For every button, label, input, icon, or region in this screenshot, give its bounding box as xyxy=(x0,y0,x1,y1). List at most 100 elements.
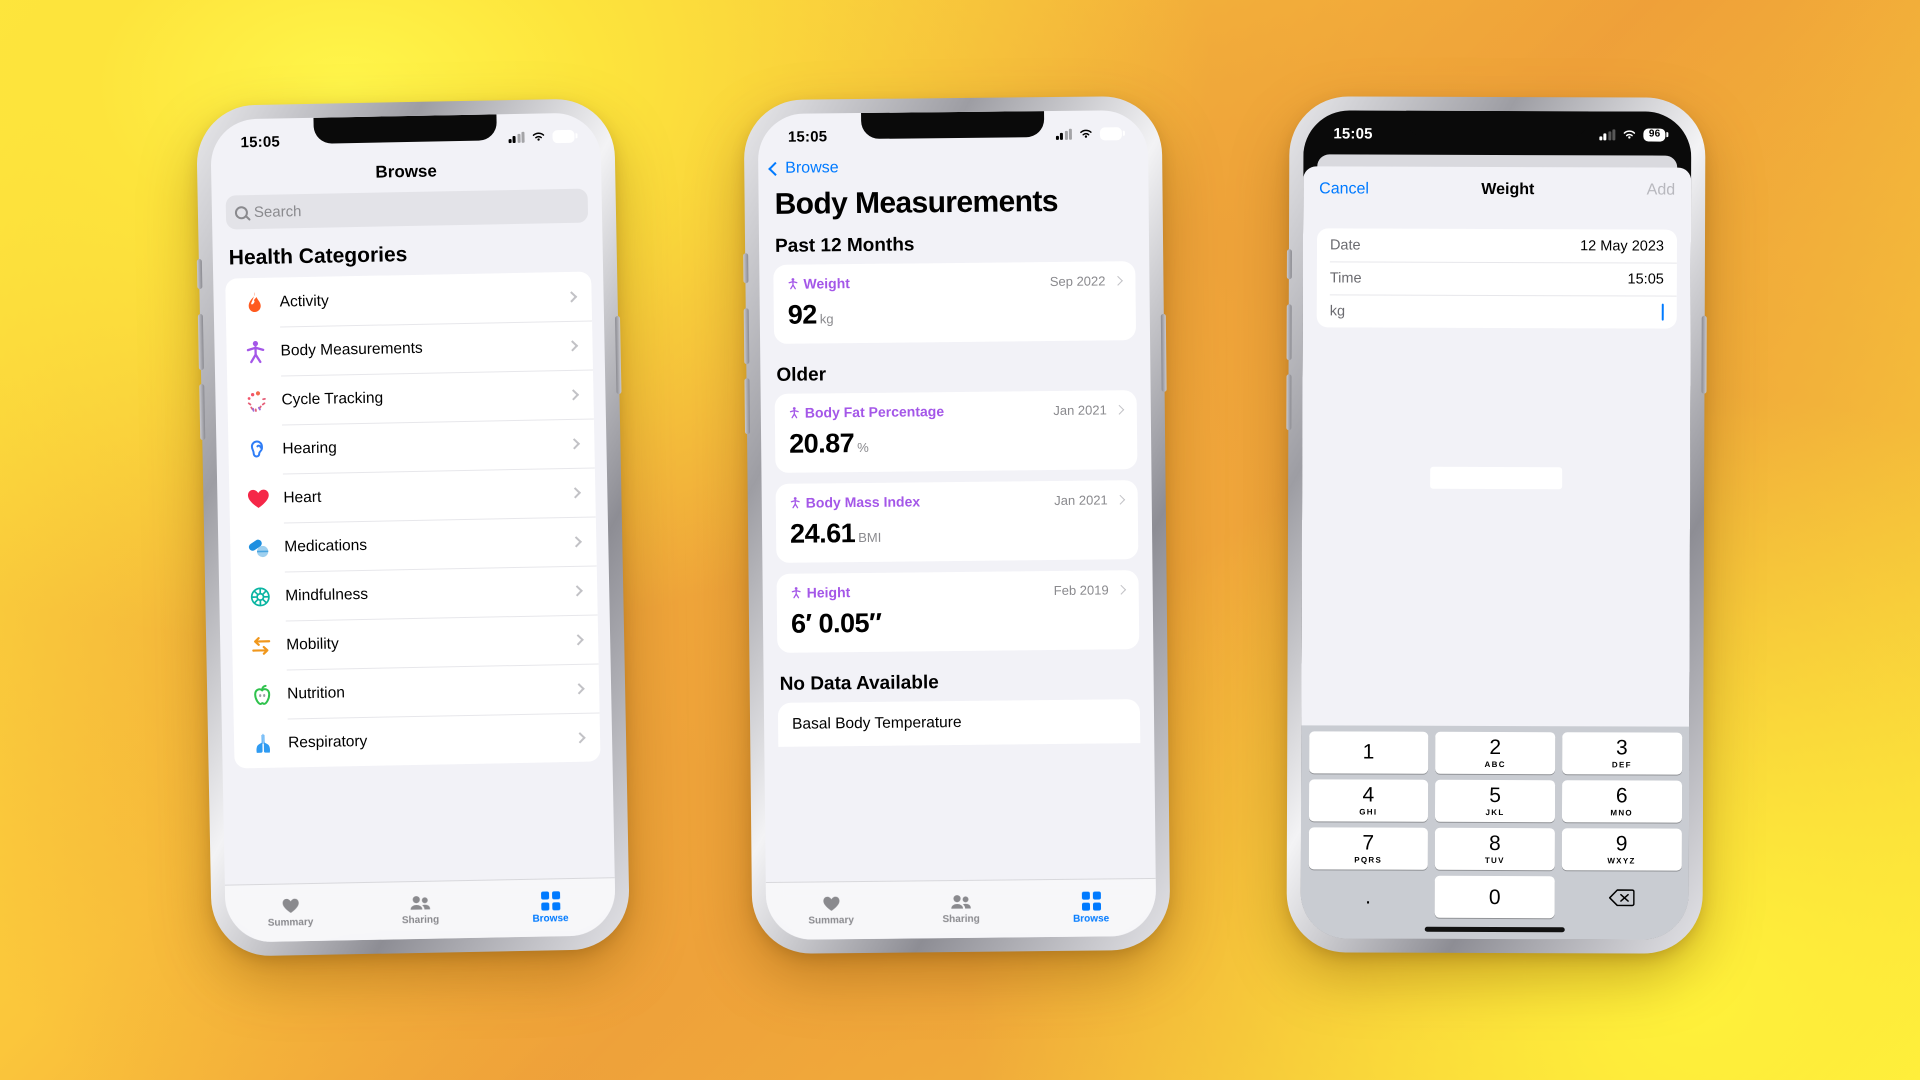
text-cursor xyxy=(1661,303,1664,321)
power-button[interactable] xyxy=(1160,313,1167,392)
list-item-basal-body-temperature[interactable]: Basal Body Temperature xyxy=(777,699,1141,747)
silent-switch[interactable] xyxy=(743,253,749,284)
body-figure-icon xyxy=(791,587,801,599)
chevron-left-icon xyxy=(768,161,783,176)
sidebar-item-mindfulness[interactable]: Mindfulness xyxy=(231,565,598,621)
people-icon xyxy=(951,895,971,909)
silent-switch[interactable] xyxy=(1286,249,1292,280)
add-button[interactable]: Add xyxy=(1647,182,1676,200)
metric-value: 24.61 BMI xyxy=(789,518,882,549)
tab-browse[interactable]: Browse xyxy=(1026,891,1156,925)
section-header-past-12-months: Past 12 Months xyxy=(774,234,915,257)
weight-value-input[interactable]: kg xyxy=(1317,294,1677,328)
home-indicator xyxy=(1424,926,1565,933)
field-value: 15:05 xyxy=(1627,270,1664,288)
key-0[interactable]: 0 xyxy=(1434,875,1555,919)
tab-summary[interactable]: Summary xyxy=(225,896,356,929)
volume-down-button[interactable] xyxy=(199,383,206,441)
tab-sharing[interactable]: Sharing xyxy=(355,894,486,927)
field-label: kg xyxy=(1329,302,1346,319)
sidebar-item-heart[interactable]: Heart xyxy=(229,467,596,523)
sidebar-item-activity[interactable]: Activity xyxy=(225,272,592,328)
volume-up-button[interactable] xyxy=(743,308,750,365)
sidebar-item-nutrition[interactable]: Nutrition xyxy=(233,663,600,719)
section-header-health-categories: Health Categories xyxy=(228,243,408,270)
tab-label: Summary xyxy=(267,916,314,929)
metric-unit: BMI xyxy=(858,529,882,546)
metric-date: Jan 2021 xyxy=(1054,491,1108,508)
people-icon xyxy=(410,896,431,910)
volume-up-button[interactable] xyxy=(1286,304,1292,361)
time-field[interactable]: Time 15:05 xyxy=(1317,261,1677,295)
key-decimal[interactable]: . xyxy=(1308,875,1428,917)
power-button[interactable] xyxy=(1701,315,1707,394)
tab-summary[interactable]: Summary xyxy=(766,895,896,927)
cancel-button[interactable]: Cancel xyxy=(1319,180,1369,198)
key-5[interactable]: 5 JKL xyxy=(1435,779,1555,823)
category-label: Cycle Tracking xyxy=(281,389,384,408)
field-label: Time xyxy=(1329,269,1362,287)
tab-browse[interactable]: Browse xyxy=(485,890,616,925)
chevron-right-icon xyxy=(1114,404,1125,415)
sidebar-item-cycle-tracking[interactable]: Cycle Tracking xyxy=(227,370,594,426)
back-label: Browse xyxy=(785,159,839,177)
lungs-icon xyxy=(248,728,279,759)
key-9[interactable]: 9 WXYZ xyxy=(1561,828,1682,871)
tab-sharing[interactable]: Sharing xyxy=(896,893,1026,925)
field-value: 12 May 2023 xyxy=(1580,237,1665,255)
notch xyxy=(1406,110,1589,138)
sidebar-item-hearing[interactable]: Hearing xyxy=(228,419,595,475)
weight-entry-form: Date 12 May 2023 Time 15:05 kg xyxy=(1316,228,1678,329)
key-4[interactable]: 4 GHI xyxy=(1308,779,1429,822)
metric-unit: % xyxy=(857,439,869,456)
battery-indicator: 96 xyxy=(1100,126,1122,140)
sidebar-item-body-measurements[interactable]: Body Measurements xyxy=(226,321,593,377)
page-title: Body Measurements xyxy=(774,184,1059,221)
volume-up-button[interactable] xyxy=(197,313,204,371)
numeric-keypad: 1 2 ABC 3 DEF 4 GHI 5 JKL 6 MNO 7 PQRS 8… xyxy=(1300,725,1690,940)
metric-value: 92 kg xyxy=(787,299,834,330)
metric-card-height[interactable]: Height Feb 2019 6′ 0.05″ xyxy=(776,570,1140,653)
metric-card-body-mass-index[interactable]: Body Mass Index Jan 2021 24.61 BMI xyxy=(775,480,1139,563)
volume-down-button[interactable] xyxy=(744,378,751,435)
sidebar-item-respiratory[interactable]: Respiratory xyxy=(234,712,601,768)
key-2[interactable]: 2 ABC xyxy=(1435,731,1556,775)
apple-icon xyxy=(247,679,278,710)
metric-card-body-fat-percentage[interactable]: Body Fat Percentage Jan 2021 20.87% xyxy=(774,390,1138,473)
metric-name: Weight xyxy=(787,273,1049,292)
health-categories-list: Activity Body Measurements Cycle Trackin… xyxy=(225,271,601,769)
body-figure-icon xyxy=(790,497,800,509)
key-6[interactable]: 6 MNO xyxy=(1561,780,1682,823)
power-button[interactable] xyxy=(614,315,622,395)
key-8[interactable]: 8 TUV xyxy=(1434,827,1555,871)
notch xyxy=(861,111,1045,139)
category-label: Body Measurements xyxy=(280,339,423,360)
key-1[interactable]: 1 xyxy=(1308,731,1429,774)
metric-name: Body Mass Index xyxy=(790,492,1055,511)
silent-switch[interactable] xyxy=(196,259,203,290)
grid-icon xyxy=(1081,891,1101,911)
add-weight-sheet: Cancel Weight Add Date 12 May 2023 Time … xyxy=(1300,166,1692,940)
status-time: 15:05 xyxy=(240,132,281,151)
sheet-navigation-bar: Cancel Weight Add xyxy=(1303,166,1691,211)
metric-card-weight[interactable]: Weight Sep 2022 92 kg xyxy=(773,261,1137,344)
chevron-right-icon xyxy=(1115,494,1126,505)
metric-date: Sep 2022 xyxy=(1049,272,1106,289)
grid-icon xyxy=(540,891,560,911)
arrows-icon xyxy=(246,630,277,661)
backspace-icon xyxy=(1608,888,1635,906)
sidebar-item-medications[interactable]: Medications xyxy=(230,516,597,572)
date-field[interactable]: Date 12 May 2023 xyxy=(1317,228,1677,262)
metric-value: 20.87% xyxy=(788,428,869,459)
key-backspace[interactable] xyxy=(1561,876,1681,918)
metric-name: Height xyxy=(791,582,1054,601)
volume-down-button[interactable] xyxy=(1286,374,1292,431)
category-label: Nutrition xyxy=(286,683,346,702)
sidebar-item-mobility[interactable]: Mobility xyxy=(232,614,599,670)
key-3[interactable]: 3 DEF xyxy=(1561,732,1682,775)
field-label: Date xyxy=(1329,236,1361,254)
tab-label: Summary xyxy=(808,915,854,927)
category-label: Respiratory xyxy=(287,732,368,751)
key-7[interactable]: 7 PQRS xyxy=(1308,827,1429,870)
wifi-icon xyxy=(533,132,545,141)
